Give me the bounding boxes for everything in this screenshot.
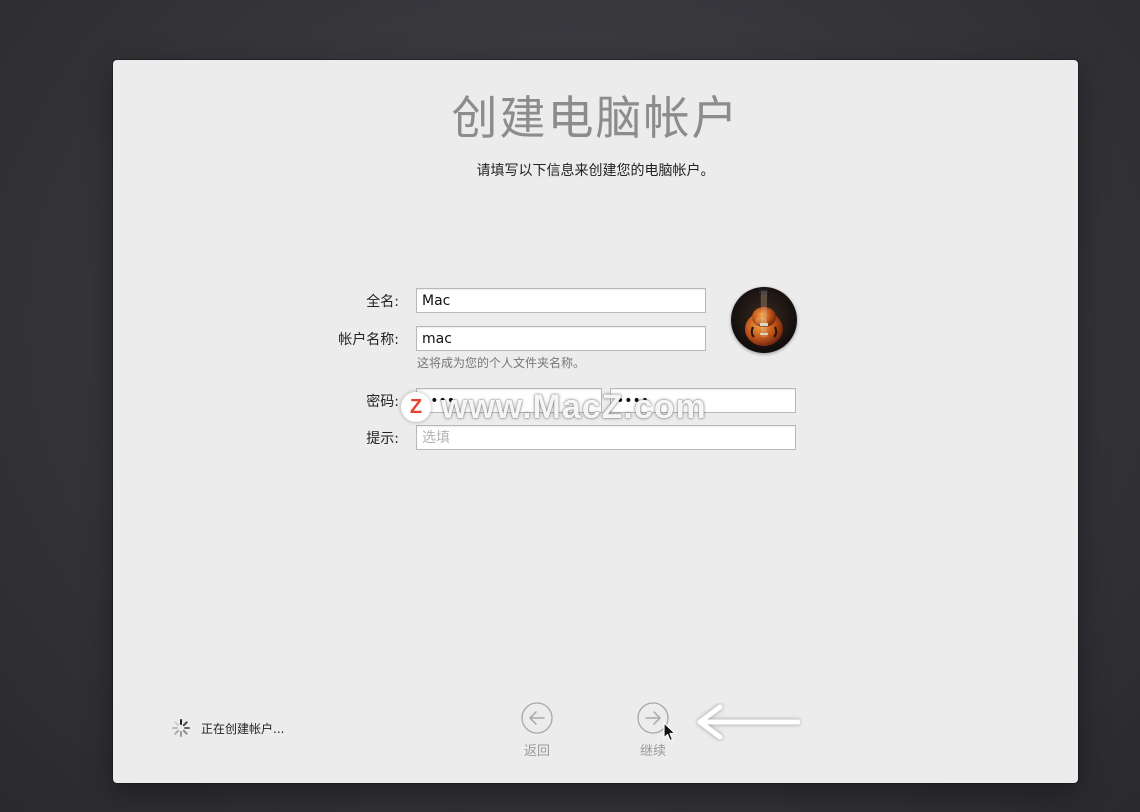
spinner-icon	[172, 719, 190, 737]
password-label: 密码:	[366, 394, 399, 410]
mouse-cursor-icon	[663, 722, 676, 742]
account-name-label: 帐户名称:	[338, 332, 399, 348]
guitar-avatar-icon[interactable]	[731, 287, 797, 353]
back-label: 返回	[523, 744, 550, 759]
hint-label: 提示:	[366, 431, 399, 447]
continue-label: 继续	[639, 744, 666, 759]
account-name-helper: 这将成为您的个人文件夹名称。	[417, 356, 586, 370]
page-title: 创建电脑帐户	[451, 91, 740, 145]
annotation-arrow-icon	[697, 704, 801, 740]
page-subtitle: 请填写以下信息来创建您的电脑帐户。	[476, 163, 715, 179]
hint-field[interactable]	[416, 425, 796, 450]
full-name-field[interactable]	[416, 288, 706, 313]
back-arrow-icon	[521, 702, 553, 734]
account-name-field[interactable]	[416, 326, 706, 351]
verify-password-field[interactable]	[610, 388, 796, 413]
progress-status: 正在创建帐户...	[171, 718, 284, 738]
password-field[interactable]	[416, 388, 602, 413]
setup-assistant-window: 创建电脑帐户 请填写以下信息来创建您的电脑帐户。 全名: 帐户名称: 这将成为您…	[113, 60, 1078, 783]
back-button[interactable]: 返回	[507, 702, 567, 759]
status-text: 正在创建帐户...	[201, 721, 285, 736]
full-name-label: 全名:	[366, 294, 399, 310]
